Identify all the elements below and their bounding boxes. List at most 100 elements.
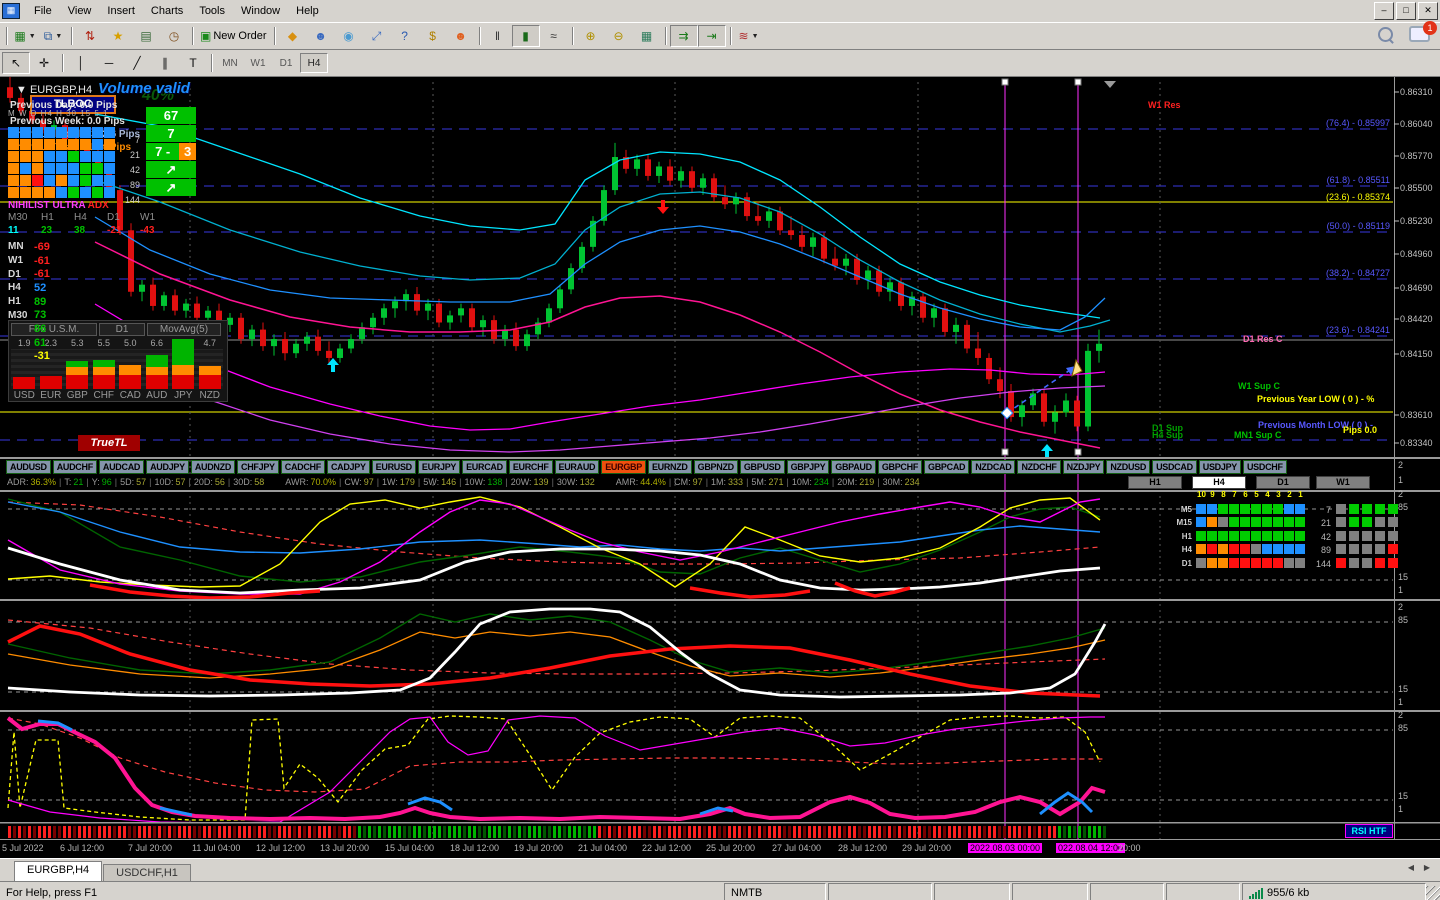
pair-tab-gbpaud[interactable]: GBPAUD <box>831 459 876 474</box>
horizontal-line-tool-button[interactable]: ─ <box>95 52 123 74</box>
pair-tab-nzdusd[interactable]: NZDUSD <box>1106 459 1151 474</box>
pair-tab-audjpy[interactable]: AUDJPY <box>146 459 189 474</box>
pair-tab-chfjpy[interactable]: CHFJPY <box>237 459 279 474</box>
tf-button-mn[interactable]: MN <box>216 53 244 73</box>
pair-tab-gbpnzd[interactable]: GBPNZD <box>693 459 738 474</box>
pair-tab-nzdchf[interactable]: NZDCHF <box>1017 459 1061 474</box>
pair-tab-usdjpy[interactable]: USDJPY <box>1198 459 1241 474</box>
zoom-out-button[interactable]: ⊖ <box>605 25 633 47</box>
pair-tab-eurchf[interactable]: EURCHF <box>508 459 553 474</box>
pair-tab-nzdjpy[interactable]: NZDJPY <box>1062 459 1105 474</box>
candlestick-chart-button[interactable]: ▮ <box>511 25 540 47</box>
matrix-cell <box>1229 544 1239 555</box>
pair-tab-eurnzd[interactable]: EURNZD <box>647 459 692 474</box>
tf-button-h4[interactable]: H4 <box>300 53 328 73</box>
chart-tab-eurgbp-h4[interactable]: EURGBP,H4 <box>14 861 103 881</box>
notification-badge: 1 <box>1423 21 1437 35</box>
menu-tools[interactable]: Tools <box>191 3 233 19</box>
pair-tab-cadchf[interactable]: CADCHF <box>280 459 325 474</box>
notifications-icon[interactable]: 1 <box>1409 21 1437 42</box>
pair-tab-nzdcad[interactable]: NZDCAD <box>971 459 1016 474</box>
profiles-button[interactable]: ⧉ ▼ <box>39 25 67 47</box>
restore-button[interactable]: □ <box>1396 2 1416 20</box>
matrix-cell <box>1273 530 1283 541</box>
metaeditor-button[interactable]: ◆ <box>279 25 307 47</box>
date-axis-highlighted-label: 2022.08.03 00:00 <box>968 843 1043 853</box>
tab-scroll-left-icon[interactable]: ◀ <box>1404 863 1418 872</box>
grid-cell <box>104 187 115 198</box>
pair-tab-audcad[interactable]: AUDCAD <box>98 459 145 474</box>
help-guide-button[interactable]: ? <box>391 25 419 47</box>
minimize-button[interactable]: – <box>1374 2 1394 20</box>
new-chart-button[interactable]: ▦ ▼ <box>11 25 39 47</box>
bar-chart-button[interactable]: ‖ <box>484 25 512 47</box>
favorites-button[interactable]: ★ <box>104 25 132 47</box>
crosshair-tool-button[interactable]: ✛ <box>30 52 58 74</box>
pair-tab-cadjpy[interactable]: CADJPY <box>326 459 370 474</box>
pair-tab-gbpchf[interactable]: GBPCHF <box>877 459 923 474</box>
date-axis[interactable]: 5 Jul 2022 6 Jul 12:00 7 Jul 20:00 11 Jul 0… <box>0 840 1440 858</box>
pair-tab-gbpusd[interactable]: GBPUSD <box>739 459 785 474</box>
auto-scroll-button[interactable]: ⇉ <box>669 25 698 47</box>
search-icon[interactable] <box>1378 26 1393 42</box>
grid-cell <box>20 163 31 174</box>
tf-button-d1[interactable]: D1 <box>272 53 300 73</box>
tile-windows-button[interactable]: ▦ <box>633 25 661 47</box>
menu-view[interactable]: View <box>60 3 100 19</box>
line-chart-button[interactable]: ≈ <box>540 25 568 47</box>
menu-charts[interactable]: Charts <box>143 3 191 19</box>
pair-tab-gbpjpy[interactable]: GBPJPY <box>786 459 830 474</box>
autotrading-button[interactable]: ◉ <box>335 25 363 47</box>
trendline-tool-button[interactable]: ╱ <box>123 52 151 74</box>
matrix-cell <box>1295 557 1305 568</box>
zoom-in-button[interactable]: ⊕ <box>577 25 605 47</box>
grid-cell <box>44 127 55 138</box>
pair-tab-audusd[interactable]: AUDUSD <box>6 459 51 474</box>
navigator-button[interactable]: ◷ <box>160 25 188 47</box>
resize-grip[interactable] <box>1426 886 1440 900</box>
truetl-button[interactable]: TrueTL <box>78 435 140 451</box>
pair-tab-audchf[interactable]: AUDCHF <box>52 459 97 474</box>
date-axis-label: 18 Jul 12:00 <box>450 843 500 853</box>
fullscreen-button[interactable]: ⤢ <box>363 25 391 47</box>
menu-help[interactable]: Help <box>288 3 327 19</box>
tf-button-w1[interactable]: W1 <box>244 53 272 73</box>
chevron-down-icon: ▼ <box>55 32 63 40</box>
cursor-tool-button[interactable]: ↖ <box>2 52 30 74</box>
matrix-right-cell <box>1388 504 1398 514</box>
pair-tab-usdcad[interactable]: USDCAD <box>1152 459 1197 474</box>
menu-items: File View Insert Charts Tools Window Help <box>26 3 327 19</box>
htf-button-w1[interactable]: W1 <box>1316 476 1370 489</box>
pair-tab-eurcad[interactable]: EURCAD <box>462 459 507 474</box>
close-button[interactable]: ✕ <box>1418 2 1438 20</box>
chart-shift-button[interactable]: ⇥ <box>697 25 726 47</box>
pair-tab-eurusd[interactable]: EURUSD <box>371 459 416 474</box>
deposit-button[interactable]: $ <box>419 25 447 47</box>
matrix-cell <box>1295 544 1305 555</box>
chart-tab-usdchf-h1[interactable]: USDCHF,H1 <box>103 864 191 881</box>
pair-tab-usdchf[interactable]: USDCHF <box>1242 459 1287 474</box>
new-order-button[interactable]: ▣ New Order <box>197 25 270 47</box>
tab-scroll-right-icon[interactable]: ▶ <box>1420 863 1434 872</box>
pair-tab-eurjpy[interactable]: EURJPY <box>417 459 461 474</box>
menu-window[interactable]: Window <box>233 3 288 19</box>
indicators-button[interactable]: ≋ ▼ <box>735 25 763 47</box>
adr-value: 271 <box>768 477 784 487</box>
vertical-line-tool-button[interactable]: │ <box>67 52 95 74</box>
text-tool-button[interactable]: T <box>179 52 207 74</box>
data-window-button[interactable]: ▤ <box>132 25 160 47</box>
htf-button-h1[interactable]: H1 <box>1128 476 1182 489</box>
community-button[interactable]: ☻ <box>447 25 475 47</box>
htf-button-h4[interactable]: H4 <box>1192 476 1246 489</box>
menu-insert[interactable]: Insert <box>99 3 143 19</box>
market-watch-button[interactable]: ⇅ <box>76 25 104 47</box>
pair-tab-eurgbp[interactable]: EURGBP <box>601 459 646 474</box>
menu-file[interactable]: File <box>26 3 60 19</box>
pair-tab-euraud[interactable]: EURAUD <box>554 459 600 474</box>
expert-advisors-button[interactable]: ☻ <box>307 25 335 47</box>
htf-button-d1[interactable]: D1 <box>1256 476 1310 489</box>
pair-tab-gbpcad[interactable]: GBPCAD <box>924 459 970 474</box>
channel-tool-button[interactable]: ∥ <box>151 52 179 74</box>
pair-tab-audnzd[interactable]: AUDNZD <box>190 459 236 474</box>
chart-menu-icon[interactable]: ▼ <box>16 84 30 96</box>
